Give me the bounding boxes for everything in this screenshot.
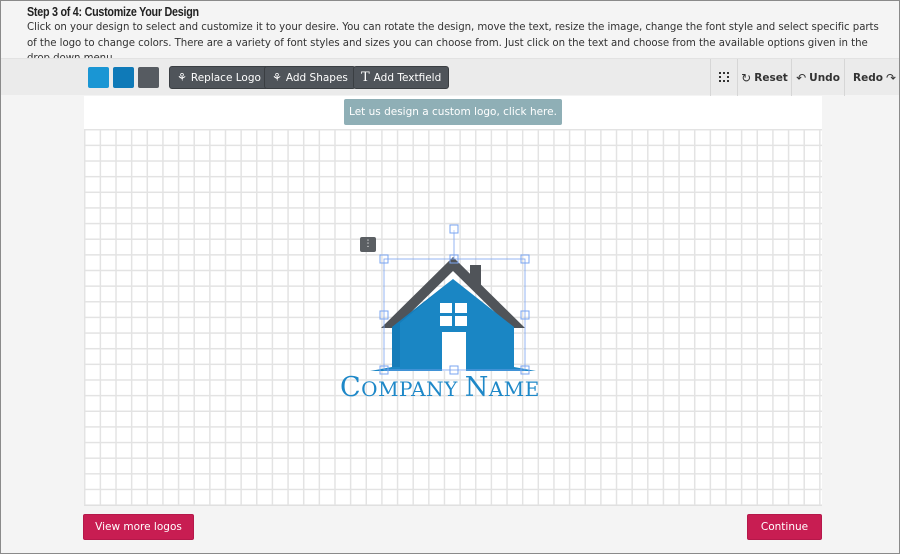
- reset-icon: ↻: [741, 70, 752, 85]
- redo-label: Redo: [853, 71, 883, 84]
- redo-icon: ↷: [885, 70, 896, 85]
- undo-icon: ↶: [796, 70, 807, 85]
- reset-button[interactable]: ↻ Reset: [737, 59, 791, 96]
- text-icon: T: [361, 70, 370, 85]
- replace-logo-label: Replace Logo: [190, 71, 261, 84]
- undo-label: Undo: [809, 71, 840, 84]
- reset-label: Reset: [754, 71, 788, 84]
- add-textfield-label: Add Textfield: [373, 71, 442, 84]
- shapes-icon: ⚘: [177, 71, 187, 84]
- color-swatch-light-blue[interactable]: [88, 67, 109, 88]
- company-name-text[interactable]: Company Name: [340, 372, 570, 403]
- company-initial: C: [340, 372, 362, 403]
- replace-logo-button[interactable]: ⚘ Replace Logo: [169, 66, 269, 89]
- continue-button[interactable]: Continue: [747, 514, 822, 540]
- undo-button[interactable]: ↶ Undo: [791, 59, 844, 96]
- step-title: Step 3 of 4: Customize Your Design: [27, 5, 199, 19]
- grid-dots-icon: [719, 71, 729, 85]
- history-tools: ↻ Reset ↶ Undo Redo ↷: [710, 59, 899, 96]
- name-word-rest: ame: [488, 377, 540, 401]
- add-shapes-button[interactable]: ⚘ Add Shapes: [264, 66, 356, 89]
- view-more-logos-button[interactable]: View more logos: [83, 514, 194, 540]
- custom-logo-button[interactable]: Let us design a custom logo, click here.: [344, 99, 562, 125]
- house-logo[interactable]: [336, 221, 566, 381]
- company-word-rest: ompany: [361, 377, 458, 401]
- add-textfield-button[interactable]: T Add Textfield: [353, 66, 450, 89]
- color-swatch-gray[interactable]: [138, 67, 159, 88]
- redo-button[interactable]: Redo ↷: [844, 59, 899, 96]
- toolbar: ⚘ Replace Logo ⚘ Add Shapes T Add Textfi…: [1, 58, 899, 96]
- rotate-handle[interactable]: [449, 224, 459, 234]
- logo-door[interactable]: [442, 332, 466, 371]
- name-initial: N: [464, 372, 489, 403]
- design-canvas[interactable]: Let us design a custom logo, click here.…: [84, 96, 822, 506]
- shapes-icon: ⚘: [272, 71, 282, 84]
- add-shapes-label: Add Shapes: [285, 71, 348, 84]
- grid-toggle-button[interactable]: [710, 59, 737, 96]
- logo-chimney[interactable]: [470, 265, 481, 287]
- color-swatch-dark-blue[interactable]: [113, 67, 134, 88]
